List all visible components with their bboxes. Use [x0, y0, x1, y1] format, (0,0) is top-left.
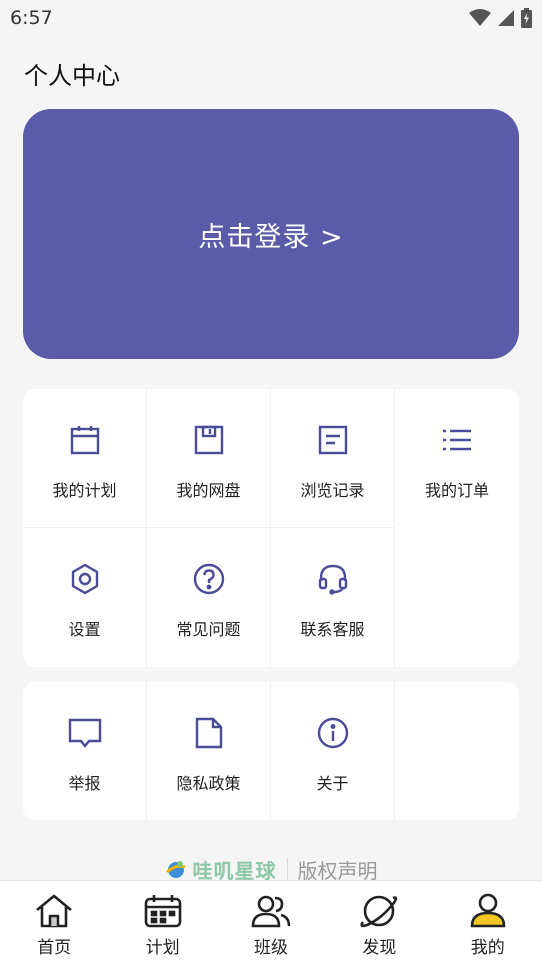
menu-item-label: 关于: [316, 774, 349, 793]
tab-label: 发现: [362, 938, 397, 958]
tab-discover[interactable]: 发现: [325, 881, 433, 958]
tab-class[interactable]: 班级: [217, 881, 325, 958]
menu-item-label: 浏览记录: [300, 481, 365, 500]
menu-item-customer-service[interactable]: 联系客服: [271, 528, 395, 667]
menu-card-primary: 我的计划 我的网盘 浏览记录 我的订单 设置 常见问题 联系客服: [23, 389, 519, 667]
calendar-icon: [68, 423, 102, 457]
page-title: 个人中心: [24, 62, 120, 90]
menu-item-label: 我的计划: [52, 481, 117, 500]
brand-logo: 哇叽星球: [165, 856, 277, 882]
menu-item-history[interactable]: 浏览记录: [271, 389, 395, 528]
menu-item-label: 我的网盘: [176, 481, 241, 500]
menu-empty-slot: [395, 682, 519, 820]
bottom-tab-bar: 首页 计划 班级 发现 我的: [0, 880, 542, 965]
list-icon: [440, 423, 474, 457]
menu-item-label: 我的订单: [424, 481, 489, 500]
brand-name: 哇叽星球: [192, 858, 277, 883]
menu-item-label: 联系客服: [300, 620, 365, 639]
calendar-icon: [143, 891, 183, 931]
status-bar: 6:57: [0, 0, 542, 36]
tab-plan[interactable]: 计划: [109, 881, 217, 958]
menu-item-label: 隐私政策: [176, 774, 241, 793]
tab-label: 我的: [470, 938, 505, 958]
planet-logo-icon: [165, 861, 185, 878]
wifi-icon: [469, 9, 491, 26]
home-icon: [34, 891, 74, 931]
profile-icon: [468, 891, 508, 931]
menu-item-settings[interactable]: 设置: [23, 528, 147, 667]
settings-icon: [68, 562, 102, 596]
footer: 哇叽星球 版权声明: [0, 856, 542, 882]
copyright-link[interactable]: 版权声明: [298, 856, 378, 883]
question-icon: [192, 562, 226, 596]
tab-label: 首页: [37, 938, 72, 958]
planet-icon: [359, 891, 399, 931]
footer-divider: [286, 858, 288, 880]
floppy-disk-icon: [192, 423, 226, 457]
menu-item-privacy-policy[interactable]: 隐私政策: [147, 682, 271, 820]
tab-label: 计划: [145, 938, 180, 958]
tab-home[interactable]: 首页: [0, 881, 108, 958]
login-card[interactable]: 点击登录 >: [23, 109, 519, 359]
report-bubble-icon: [68, 716, 102, 750]
menu-item-faq[interactable]: 常见问题: [147, 528, 271, 667]
headset-icon: [316, 562, 350, 596]
login-label: 点击登录 >: [198, 221, 344, 253]
menu-card-secondary: 举报 隐私政策 关于: [23, 682, 519, 820]
cellular-signal-icon: [498, 10, 514, 26]
info-icon: [316, 716, 350, 750]
document-icon: [316, 423, 350, 457]
status-icons: [469, 8, 532, 28]
menu-item-my-plan[interactable]: 我的计划: [23, 389, 147, 528]
status-time: 6:57: [10, 7, 53, 29]
tab-mine[interactable]: 我的: [434, 881, 542, 958]
menu-item-my-disk[interactable]: 我的网盘: [147, 389, 271, 528]
menu-item-about[interactable]: 关于: [271, 682, 395, 820]
group-icon: [251, 891, 291, 931]
menu-item-report[interactable]: 举报: [23, 682, 147, 820]
menu-item-my-orders[interactable]: 我的订单: [395, 389, 519, 528]
menu-item-label: 设置: [68, 620, 101, 639]
menu-item-label: 常见问题: [176, 620, 241, 639]
menu-empty-slot: [395, 528, 519, 667]
tab-label: 班级: [253, 938, 288, 958]
menu-item-label: 举报: [68, 774, 101, 793]
file-icon: [192, 716, 226, 750]
battery-charging-icon: [521, 8, 532, 28]
